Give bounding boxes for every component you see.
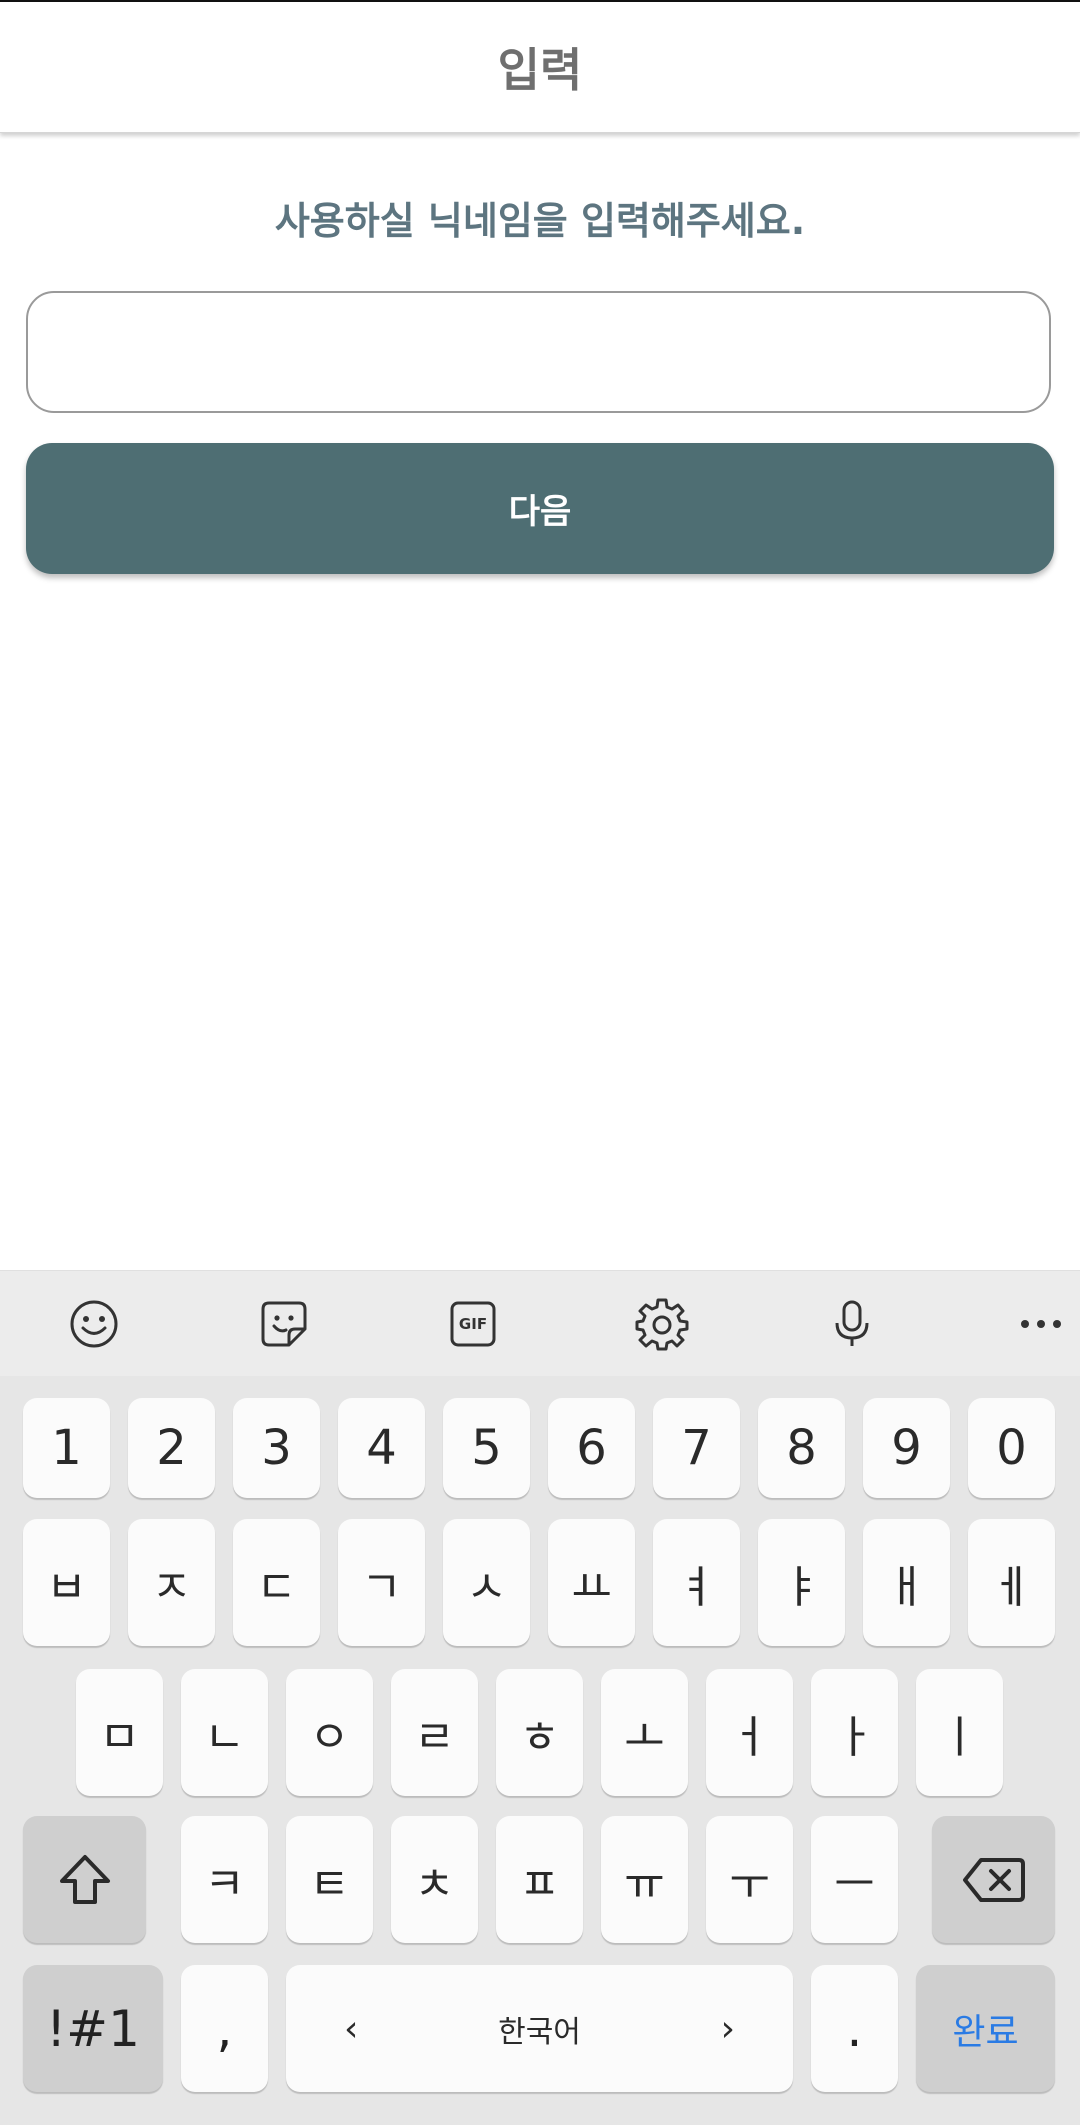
key-2[interactable]: 2 — [128, 1398, 215, 1498]
key-digeut[interactable]: ㄷ — [233, 1519, 320, 1646]
key-siot[interactable]: ㅅ — [443, 1519, 530, 1646]
key-giyeok[interactable]: ㄱ — [338, 1519, 425, 1646]
sticker-icon[interactable] — [250, 1290, 318, 1358]
nickname-prompt: 사용하실 닉네임을 입력해주세요. — [274, 199, 806, 243]
key-9[interactable]: 9 — [863, 1398, 950, 1498]
cursor-right-icon[interactable]: › — [721, 2008, 735, 2049]
key-tieut[interactable]: ㅌ — [286, 1816, 373, 1943]
key-chieut[interactable]: ㅊ — [391, 1816, 478, 1943]
key-yu[interactable]: ㅠ — [601, 1816, 688, 1943]
nickname-input[interactable] — [26, 291, 1051, 413]
comma-key[interactable]: , — [181, 1965, 268, 2092]
keyboard: 1 2 3 4 5 6 7 8 9 0 ㅂ ㅈ ㄷ ㄱ ㅅ ㅛ ㅕ ㅑ ㅐ ㅔ … — [0, 1376, 1080, 2125]
key-mieum[interactable]: ㅁ — [76, 1669, 163, 1796]
next-button[interactable]: 다음 — [26, 443, 1054, 574]
shift-key[interactable] — [23, 1816, 146, 1943]
done-key[interactable]: 완료 — [916, 1965, 1055, 2092]
key-7[interactable]: 7 — [653, 1398, 740, 1498]
shift-icon — [59, 1854, 110, 1904]
cursor-left-icon[interactable]: ‹ — [344, 2008, 358, 2049]
gif-icon[interactable]: GIF — [439, 1290, 507, 1358]
key-6[interactable]: 6 — [548, 1398, 635, 1498]
key-o[interactable]: ㅗ — [601, 1669, 688, 1796]
key-8[interactable]: 8 — [758, 1398, 845, 1498]
key-bieup[interactable]: ㅂ — [23, 1519, 110, 1646]
gif-label: GIF — [458, 1315, 488, 1333]
space-language-label: 한국어 — [498, 2014, 581, 2050]
key-0[interactable]: 0 — [968, 1398, 1055, 1498]
key-yeo[interactable]: ㅕ — [653, 1519, 740, 1646]
key-yo[interactable]: ㅛ — [548, 1519, 635, 1646]
symbols-key[interactable]: !#1 — [23, 1965, 163, 2092]
key-nieun[interactable]: ㄴ — [181, 1669, 268, 1796]
emoji-icon[interactable] — [60, 1290, 128, 1358]
key-ieung[interactable]: ㅇ — [286, 1669, 373, 1796]
key-4[interactable]: 4 — [338, 1398, 425, 1498]
key-ae[interactable]: ㅐ — [863, 1519, 950, 1646]
key-jieut[interactable]: ㅈ — [128, 1519, 215, 1646]
key-eo[interactable]: ㅓ — [706, 1669, 793, 1796]
backspace-key[interactable] — [932, 1816, 1055, 1943]
key-1[interactable]: 1 — [23, 1398, 110, 1498]
backspace-icon — [962, 1857, 1025, 1902]
key-5[interactable]: 5 — [443, 1398, 530, 1498]
space-key[interactable]: ‹ 한국어 › — [286, 1965, 793, 2092]
key-u[interactable]: ㅜ — [706, 1816, 793, 1943]
period-key[interactable]: . — [811, 1965, 898, 2092]
microphone-icon[interactable] — [818, 1290, 886, 1358]
page-title: 입력 — [497, 43, 583, 97]
key-pieup[interactable]: ㅍ — [496, 1816, 583, 1943]
key-eu[interactable]: ㅡ — [811, 1816, 898, 1943]
key-rieul[interactable]: ㄹ — [391, 1669, 478, 1796]
key-e[interactable]: ㅔ — [968, 1519, 1055, 1646]
keyboard-toolbar: GIF — [0, 1270, 1080, 1377]
key-i[interactable]: ㅣ — [916, 1669, 1003, 1796]
key-ya[interactable]: ㅑ — [758, 1519, 845, 1646]
key-a[interactable]: ㅏ — [811, 1669, 898, 1796]
key-hieut[interactable]: ㅎ — [496, 1669, 583, 1796]
app-bar: 입력 — [0, 2, 1080, 133]
more-icon[interactable] — [1007, 1290, 1075, 1358]
settings-icon[interactable] — [628, 1290, 696, 1358]
key-kieuk[interactable]: ㅋ — [181, 1816, 268, 1943]
key-3[interactable]: 3 — [233, 1398, 320, 1498]
